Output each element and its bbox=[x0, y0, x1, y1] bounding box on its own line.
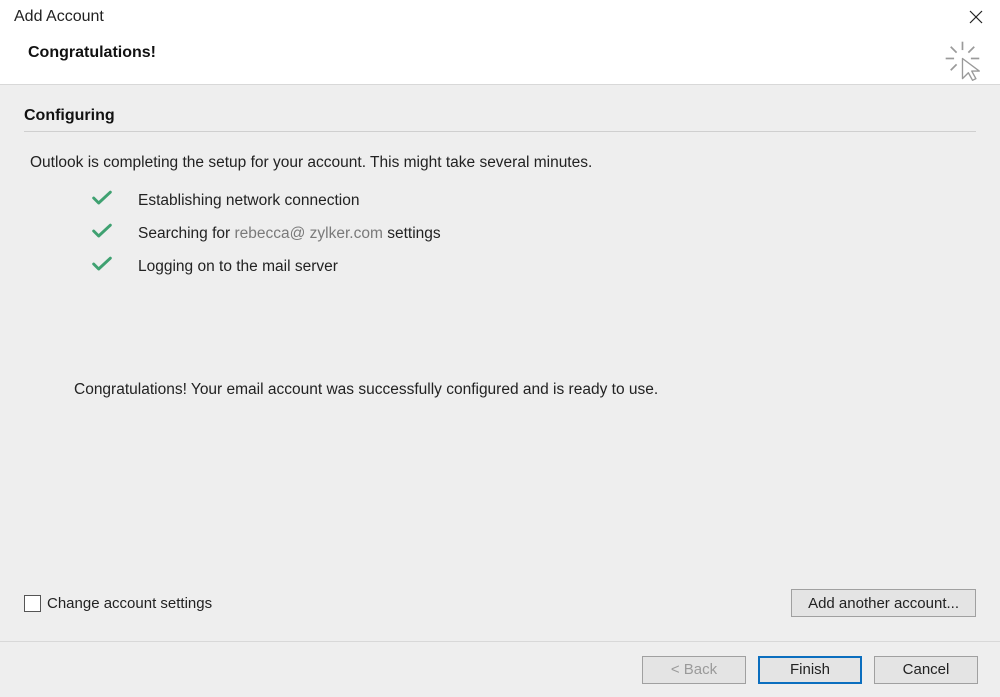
section-title: Configuring bbox=[24, 107, 976, 125]
section-message: Outlook is completing the setup for your… bbox=[24, 154, 976, 172]
step-item: Establishing network connection bbox=[92, 190, 976, 211]
step-label: Logging on to the mail server bbox=[138, 258, 338, 276]
titlebar: Add Account bbox=[0, 0, 1000, 34]
checkbox-label: Change account settings bbox=[47, 595, 212, 612]
step-item: Logging on to the mail server bbox=[92, 256, 976, 277]
add-another-account-button[interactable]: Add another account... bbox=[791, 589, 976, 617]
back-button: < Back bbox=[642, 656, 746, 684]
content-area: Configuring Outlook is completing the se… bbox=[0, 84, 1000, 641]
check-icon bbox=[92, 190, 112, 211]
check-icon bbox=[92, 256, 112, 277]
section-divider bbox=[24, 131, 976, 132]
step-email: rebecca@ zylker.com bbox=[235, 225, 383, 242]
change-settings-checkbox[interactable]: Change account settings bbox=[24, 595, 212, 612]
step-list: Establishing network connection Searchin… bbox=[24, 190, 976, 289]
step-suffix: settings bbox=[383, 225, 441, 242]
header-title: Congratulations! bbox=[28, 44, 984, 62]
cursor-click-icon bbox=[944, 40, 986, 82]
checkbox-icon bbox=[24, 595, 41, 612]
finish-button[interactable]: Finish bbox=[758, 656, 862, 684]
content-bottom-row: Change account settings Add another acco… bbox=[24, 589, 976, 623]
step-label: Establishing network connection bbox=[138, 192, 359, 210]
cancel-button[interactable]: Cancel bbox=[874, 656, 978, 684]
step-label: Searching for rebecca@ zylker.com settin… bbox=[138, 225, 441, 243]
close-button[interactable] bbox=[956, 2, 996, 32]
window-title: Add Account bbox=[14, 8, 104, 26]
header: Congratulations! bbox=[0, 34, 1000, 84]
success-message: Congratulations! Your email account was … bbox=[24, 381, 976, 399]
step-item: Searching for rebecca@ zylker.com settin… bbox=[92, 223, 976, 244]
close-icon bbox=[969, 10, 983, 24]
step-prefix: Searching for bbox=[138, 225, 235, 242]
footer: < Back Finish Cancel bbox=[0, 641, 1000, 697]
add-account-dialog: Add Account Congratulations! Configuring bbox=[0, 0, 1000, 697]
check-icon bbox=[92, 223, 112, 244]
